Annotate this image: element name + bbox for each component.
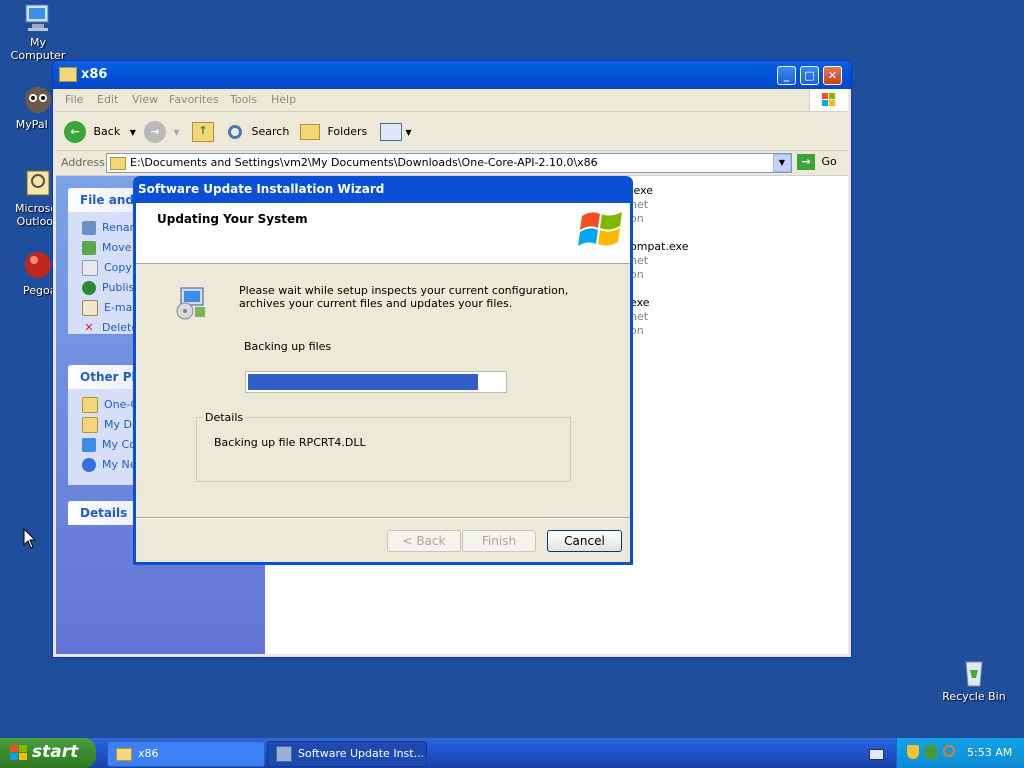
folders-button[interactable]: Folders bbox=[300, 120, 367, 144]
chevron-down-icon: ▼ bbox=[129, 128, 136, 137]
menu-tools[interactable]: Tools bbox=[230, 93, 257, 106]
forward-button[interactable]: → ▼ bbox=[144, 120, 180, 144]
menu-file[interactable]: File bbox=[65, 93, 83, 106]
minimize-button[interactable]: _ bbox=[777, 66, 796, 85]
desktop-icon-recycle-bin[interactable]: Recycle Bin bbox=[939, 656, 1009, 703]
up-folder-button[interactable]: ↑ bbox=[192, 120, 214, 144]
setup-computer-icon bbox=[173, 285, 209, 324]
file-item[interactable]: .exe net on bbox=[630, 184, 653, 225]
go-arrow-icon: → bbox=[797, 154, 815, 170]
red-ball-icon bbox=[22, 250, 54, 282]
address-input[interactable]: E:\Documents and Settings\vm2\My Documen… bbox=[106, 153, 792, 173]
desktop-icon-label: Recycle Bin bbox=[942, 690, 1006, 703]
progress-bar bbox=[245, 371, 507, 393]
delete-x-icon: ✕ bbox=[84, 321, 94, 334]
desktop-icon-my-computer[interactable]: My Computer bbox=[3, 2, 73, 62]
menu-view[interactable]: View bbox=[132, 93, 158, 106]
explorer-titlebar[interactable]: x86 _ □ ✕ bbox=[53, 61, 851, 89]
menu-edit[interactable]: Edit bbox=[97, 93, 118, 106]
wizard-heading: Updating Your System bbox=[157, 212, 308, 226]
chevron-down-icon: ▼ bbox=[405, 128, 412, 137]
documents-icon bbox=[82, 417, 98, 433]
file-item[interactable]: ompat.exe net on bbox=[630, 240, 689, 281]
folder-icon bbox=[82, 397, 98, 413]
wizard-title: Software Update Installation Wizard bbox=[138, 182, 385, 196]
toolbar: ← Back ▼ → ▼ ↑ Search Folders ▼ bbox=[56, 112, 848, 151]
windows-flag-icon bbox=[578, 206, 626, 257]
windows-logo-icon bbox=[10, 745, 28, 766]
wizard-dialog[interactable]: Software Update Installation Wizard Upda… bbox=[133, 176, 633, 565]
menu-favorites[interactable]: Favorites bbox=[169, 93, 219, 106]
taskbar-item-x86[interactable]: x86 bbox=[107, 741, 265, 767]
close-button[interactable]: ✕ bbox=[823, 66, 842, 85]
folders-icon bbox=[300, 124, 320, 140]
recycle-bin-icon bbox=[958, 656, 990, 688]
menu-bar: File Edit View Favorites Tools Help bbox=[56, 89, 848, 112]
folder-icon bbox=[110, 156, 126, 170]
wizard-message: Please wait while setup inspects your cu… bbox=[239, 284, 569, 310]
desktop-icon-label: My Computer bbox=[10, 36, 66, 62]
computer-icon bbox=[82, 438, 96, 452]
details-legend: Details bbox=[205, 411, 244, 424]
cancel-button[interactable]: Cancel bbox=[547, 530, 622, 552]
taskbar: start x86 Software Update Inst... 5:53 A… bbox=[0, 738, 1024, 768]
details-text: Backing up file RPCRT4.DLL bbox=[214, 436, 366, 449]
clock[interactable]: 5:53 AM bbox=[967, 746, 1012, 759]
mouse-cursor-icon bbox=[23, 527, 37, 553]
maximize-button[interactable]: □ bbox=[800, 66, 819, 85]
copy-icon bbox=[82, 260, 98, 276]
wizard-header: Updating Your System bbox=[136, 203, 630, 264]
wizard-separator bbox=[136, 517, 630, 519]
address-bar: Address E:\Documents and Settings\vm2\My… bbox=[56, 151, 848, 176]
finish-button[interactable]: Finish bbox=[462, 530, 536, 552]
back-button[interactable]: < Back bbox=[387, 530, 461, 552]
views-icon bbox=[380, 123, 402, 141]
globe-icon bbox=[82, 281, 96, 295]
email-icon bbox=[82, 300, 98, 316]
folder-icon bbox=[116, 747, 132, 761]
window-title: x86 bbox=[81, 67, 108, 82]
setup-icon bbox=[276, 746, 292, 762]
keyboard-icon[interactable] bbox=[869, 749, 884, 760]
address-label: Address bbox=[61, 156, 105, 169]
network-icon bbox=[82, 458, 96, 472]
menu-help[interactable]: Help bbox=[271, 93, 296, 106]
go-button[interactable]: → Go bbox=[797, 153, 837, 171]
progress-status: Backing up files bbox=[244, 340, 332, 353]
folder-icon bbox=[59, 67, 77, 82]
progress-fill bbox=[248, 374, 479, 390]
back-arrow-icon: ← bbox=[64, 121, 86, 143]
rename-icon bbox=[82, 221, 96, 235]
views-button[interactable]: ▼ bbox=[380, 120, 412, 144]
outlook-icon bbox=[22, 168, 54, 200]
chevron-down-icon: ▼ bbox=[173, 128, 180, 137]
network-icon[interactable] bbox=[925, 745, 937, 759]
taskbar-item-wizard[interactable]: Software Update Inst... bbox=[267, 741, 427, 767]
address-dropdown-button[interactable]: ▼ bbox=[773, 154, 791, 172]
move-icon bbox=[82, 241, 96, 255]
forward-arrow-icon: → bbox=[144, 121, 166, 143]
details-group: Details Backing up file RPCRT4.DLL bbox=[196, 411, 571, 482]
search-icon[interactable] bbox=[943, 745, 955, 757]
security-shield-icon[interactable] bbox=[907, 745, 919, 759]
wizard-body: Updating Your System Please wait while s… bbox=[136, 203, 630, 562]
search-button[interactable]: Search bbox=[228, 120, 289, 144]
windows-logo-icon bbox=[809, 89, 848, 111]
back-button[interactable]: ← Back ▼ bbox=[64, 120, 136, 144]
desktop-icon-label: Pegoa bbox=[23, 284, 53, 297]
up-folder-icon: ↑ bbox=[192, 122, 214, 142]
start-button[interactable]: start bbox=[0, 738, 96, 768]
raccoon-browser-icon bbox=[22, 84, 54, 116]
computer-icon bbox=[22, 2, 54, 34]
search-icon bbox=[228, 125, 242, 139]
system-tray: 5:53 AM bbox=[896, 738, 1024, 768]
